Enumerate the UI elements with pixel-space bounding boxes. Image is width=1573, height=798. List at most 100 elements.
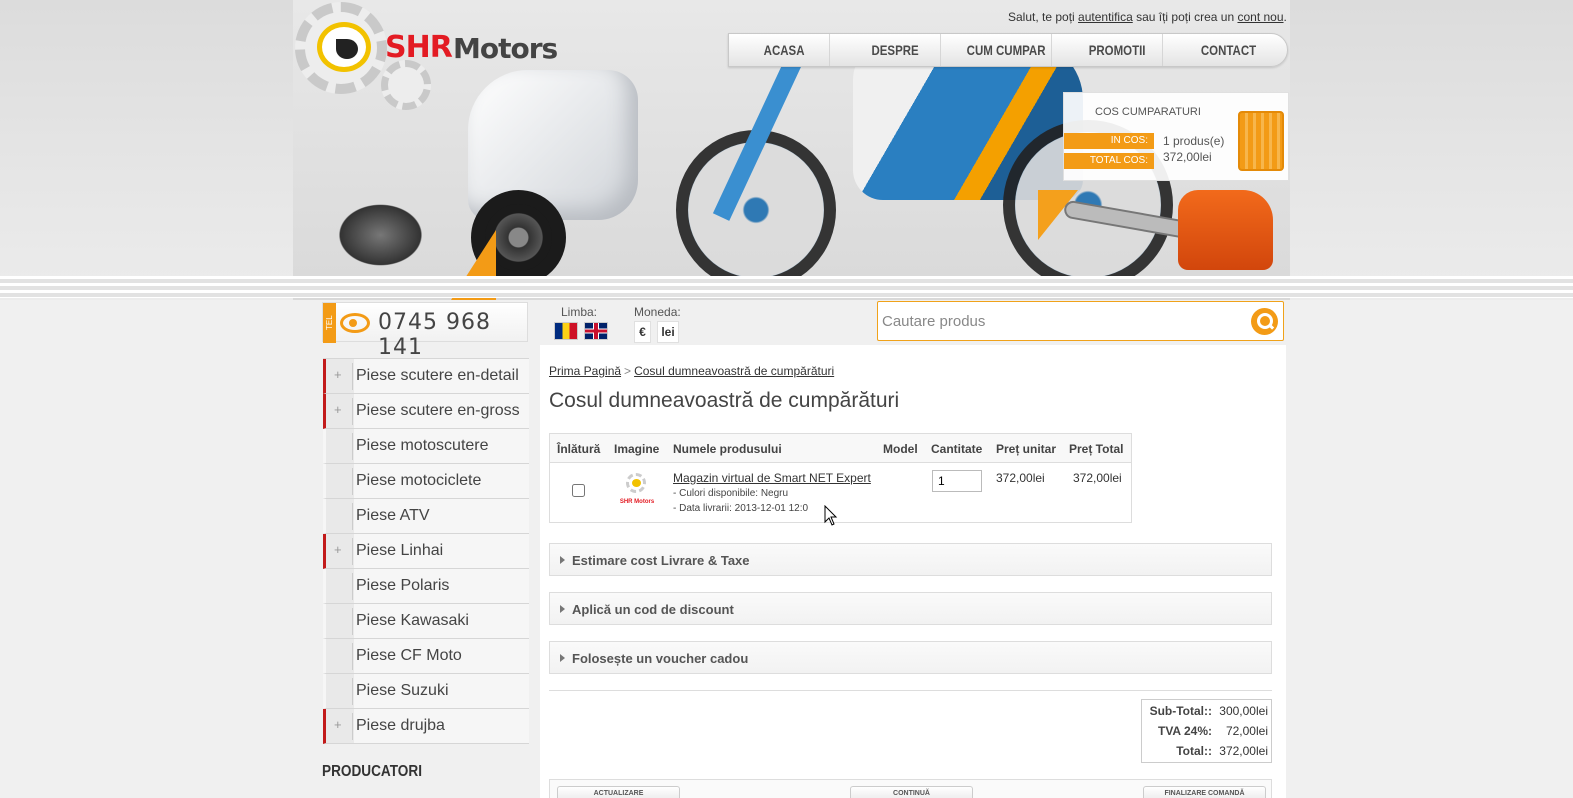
cart-table: Înlătură Imagine Numele produsului Model…: [549, 433, 1132, 523]
total-row: Total:: 372,00lei: [1142, 744, 1271, 764]
sidebar-item[interactable]: + Piese drujba: [323, 709, 529, 744]
cart-table-header: Înlătură Imagine Numele produsului Model…: [550, 434, 1131, 463]
quantity-input[interactable]: [932, 470, 982, 492]
expand-plus-icon[interactable]: +: [334, 717, 342, 732]
sidebar-item[interactable]: Piese ATV: [323, 499, 529, 534]
shipping-estimate-label: Estimare cost Livrare & Taxe: [572, 553, 750, 568]
column-unit-price: Preț unitar: [996, 442, 1057, 456]
nav-promotii[interactable]: PROMOTII: [1072, 34, 1164, 66]
breadcrumb-separator: >: [624, 364, 632, 378]
update-cart-button[interactable]: ACTUALIZARE: [557, 786, 680, 798]
producers-heading: PRODUCATORI: [322, 763, 422, 780]
column-quantity: Cantitate: [931, 442, 983, 456]
subtotal-label: Sub-Total::: [1149, 704, 1212, 718]
sidebar-item[interactable]: + Piese Linhai: [323, 534, 529, 569]
nav-contact[interactable]: CONTACT: [1183, 34, 1274, 66]
phone-contact: TEL 0745 968 141: [322, 302, 528, 360]
sidebar-item[interactable]: Piese motoscutere: [323, 429, 529, 464]
sidebar-item[interactable]: Piese motociclete: [323, 464, 529, 499]
remove-item-checkbox[interactable]: [572, 484, 585, 497]
gear-decoration-small: [381, 60, 431, 110]
thumb-logo-text: SHR Motors: [619, 499, 655, 505]
sidebar-item[interactable]: + Piese scutere en-detail: [323, 359, 529, 394]
sidebar-item-label: Piese Suzuki: [356, 682, 449, 699]
unit-price: 372,00lei: [996, 471, 1045, 485]
cart-totals: Sub-Total:: 300,00lei TVA 24%: 72,00lei …: [1141, 699, 1272, 763]
product-option-delivery: - Data livrarii: 2013-12-01 12:0: [673, 503, 809, 514]
phone-number: 0745 968 141: [378, 310, 491, 360]
gift-voucher-panel[interactable]: Folosește un voucher cadou: [549, 641, 1272, 674]
caret-right-icon: [560, 556, 565, 564]
thumb-helmet-icon: [632, 479, 641, 487]
column-remove: Înlătură: [557, 442, 601, 456]
register-link[interactable]: cont nou: [1237, 10, 1283, 24]
expand-plus-icon[interactable]: +: [334, 367, 342, 382]
sidebar-item[interactable]: Piese Suzuki: [323, 674, 529, 709]
search-input[interactable]: [882, 310, 1242, 332]
tva-row: TVA 24%: 72,00lei: [1142, 724, 1271, 744]
gift-voucher-label: Folosește un voucher cadou: [572, 651, 749, 666]
romanian-flag-icon[interactable]: [554, 322, 578, 340]
total-label: Total::: [1176, 744, 1212, 758]
sidebar-item-label: Piese Polaris: [356, 577, 450, 594]
search-icon[interactable]: [1251, 308, 1278, 335]
sidebar-item-label: Piese scutere en-gross: [356, 402, 520, 419]
english-flag-icon[interactable]: [584, 322, 608, 340]
logo-text-motors[interactable]: Motors: [453, 32, 558, 65]
divider: [549, 690, 1272, 691]
total-price: 372,00lei: [1073, 471, 1122, 485]
logo-text-shr[interactable]: SHR: [385, 30, 453, 65]
shopping-basket-icon[interactable]: [1238, 111, 1284, 171]
sidebar-item[interactable]: Piese Polaris: [323, 569, 529, 604]
expand-plus-icon[interactable]: +: [334, 542, 342, 557]
sidebar-item-label: Piese ATV: [356, 507, 430, 524]
sidebar-item[interactable]: Piese CF Moto: [323, 639, 529, 674]
currency-label: Moneda:: [634, 305, 681, 319]
breadcrumb-home[interactable]: Prima Pagină: [549, 364, 621, 378]
nav-acasa[interactable]: ACASA: [739, 34, 831, 66]
expand-plus-icon[interactable]: +: [334, 402, 342, 417]
sidebar-item-label: Piese motociclete: [356, 472, 482, 489]
mini-cart-title: COS CUMPARATURI: [1095, 106, 1201, 118]
sidebar-item-label: Piese drujba: [356, 717, 445, 734]
mini-cart[interactable]: COS CUMPARATURI IN COS: TOTAL COS: 1 pro…: [1063, 92, 1289, 181]
continue-shopping-button[interactable]: CONTINUĂ: [850, 786, 973, 798]
greeting-middle: sau îți poți crea un: [1132, 10, 1238, 24]
engine-part-image: [333, 200, 428, 270]
subtotal-value: 300,00lei: [1219, 704, 1268, 718]
search-box: [877, 301, 1284, 341]
chainsaw-image: [1178, 190, 1273, 270]
tel-tab: TEL: [323, 303, 336, 343]
discount-code-label: Aplică un cod de discount: [572, 602, 734, 617]
sidebar-item-label: Piese motoscutere: [356, 437, 489, 454]
greeting-prefix: Salut, te poți: [1008, 10, 1079, 24]
sidebar-item-label: Piese Linhai: [356, 542, 444, 559]
subtotal-row: Sub-Total:: 300,00lei: [1142, 704, 1271, 724]
sidebar-item[interactable]: + Piese scutere en-gross: [323, 394, 529, 429]
product-name-link[interactable]: Magazin virtual de Smart NET Expert: [673, 471, 871, 485]
mini-cart-items-value: 1 produs(e): [1163, 134, 1225, 148]
caret-right-icon: [560, 654, 565, 662]
sidebar-item[interactable]: Piese Kawasaki: [323, 604, 529, 639]
sidebar-item-label: Piese scutere en-detail: [356, 367, 519, 384]
breadcrumb-current[interactable]: Cosul dumneavoastră de cumpărături: [634, 364, 834, 378]
sidebar-item-label: Piese Kawasaki: [356, 612, 469, 629]
logo-helmet-icon: [317, 22, 371, 72]
total-value: 372,00lei: [1219, 744, 1268, 758]
column-product-name: Numele produsului: [673, 442, 782, 456]
phone-icon: [340, 313, 370, 333]
currency-lei-button[interactable]: lei: [657, 321, 679, 343]
checkout-button[interactable]: FINALIZARE COMANDĂ: [1143, 786, 1266, 798]
greeting-suffix: .: [1283, 10, 1287, 24]
tva-label: TVA 24%:: [1157, 724, 1212, 738]
nav-despre[interactable]: DESPRE: [850, 34, 942, 66]
tva-value: 72,00lei: [1225, 724, 1268, 738]
nav-cum-cumpar[interactable]: CUM CUMPAR: [961, 34, 1053, 66]
discount-code-panel[interactable]: Aplică un cod de discount: [549, 592, 1272, 625]
header-stripes: [0, 276, 1573, 298]
login-link[interactable]: autentifica: [1078, 10, 1133, 24]
language-label: Limba:: [561, 305, 598, 319]
product-thumbnail[interactable]: SHR Motors: [617, 471, 657, 511]
currency-euro-button[interactable]: €: [634, 321, 651, 343]
shipping-estimate-panel[interactable]: Estimare cost Livrare & Taxe: [549, 543, 1272, 576]
